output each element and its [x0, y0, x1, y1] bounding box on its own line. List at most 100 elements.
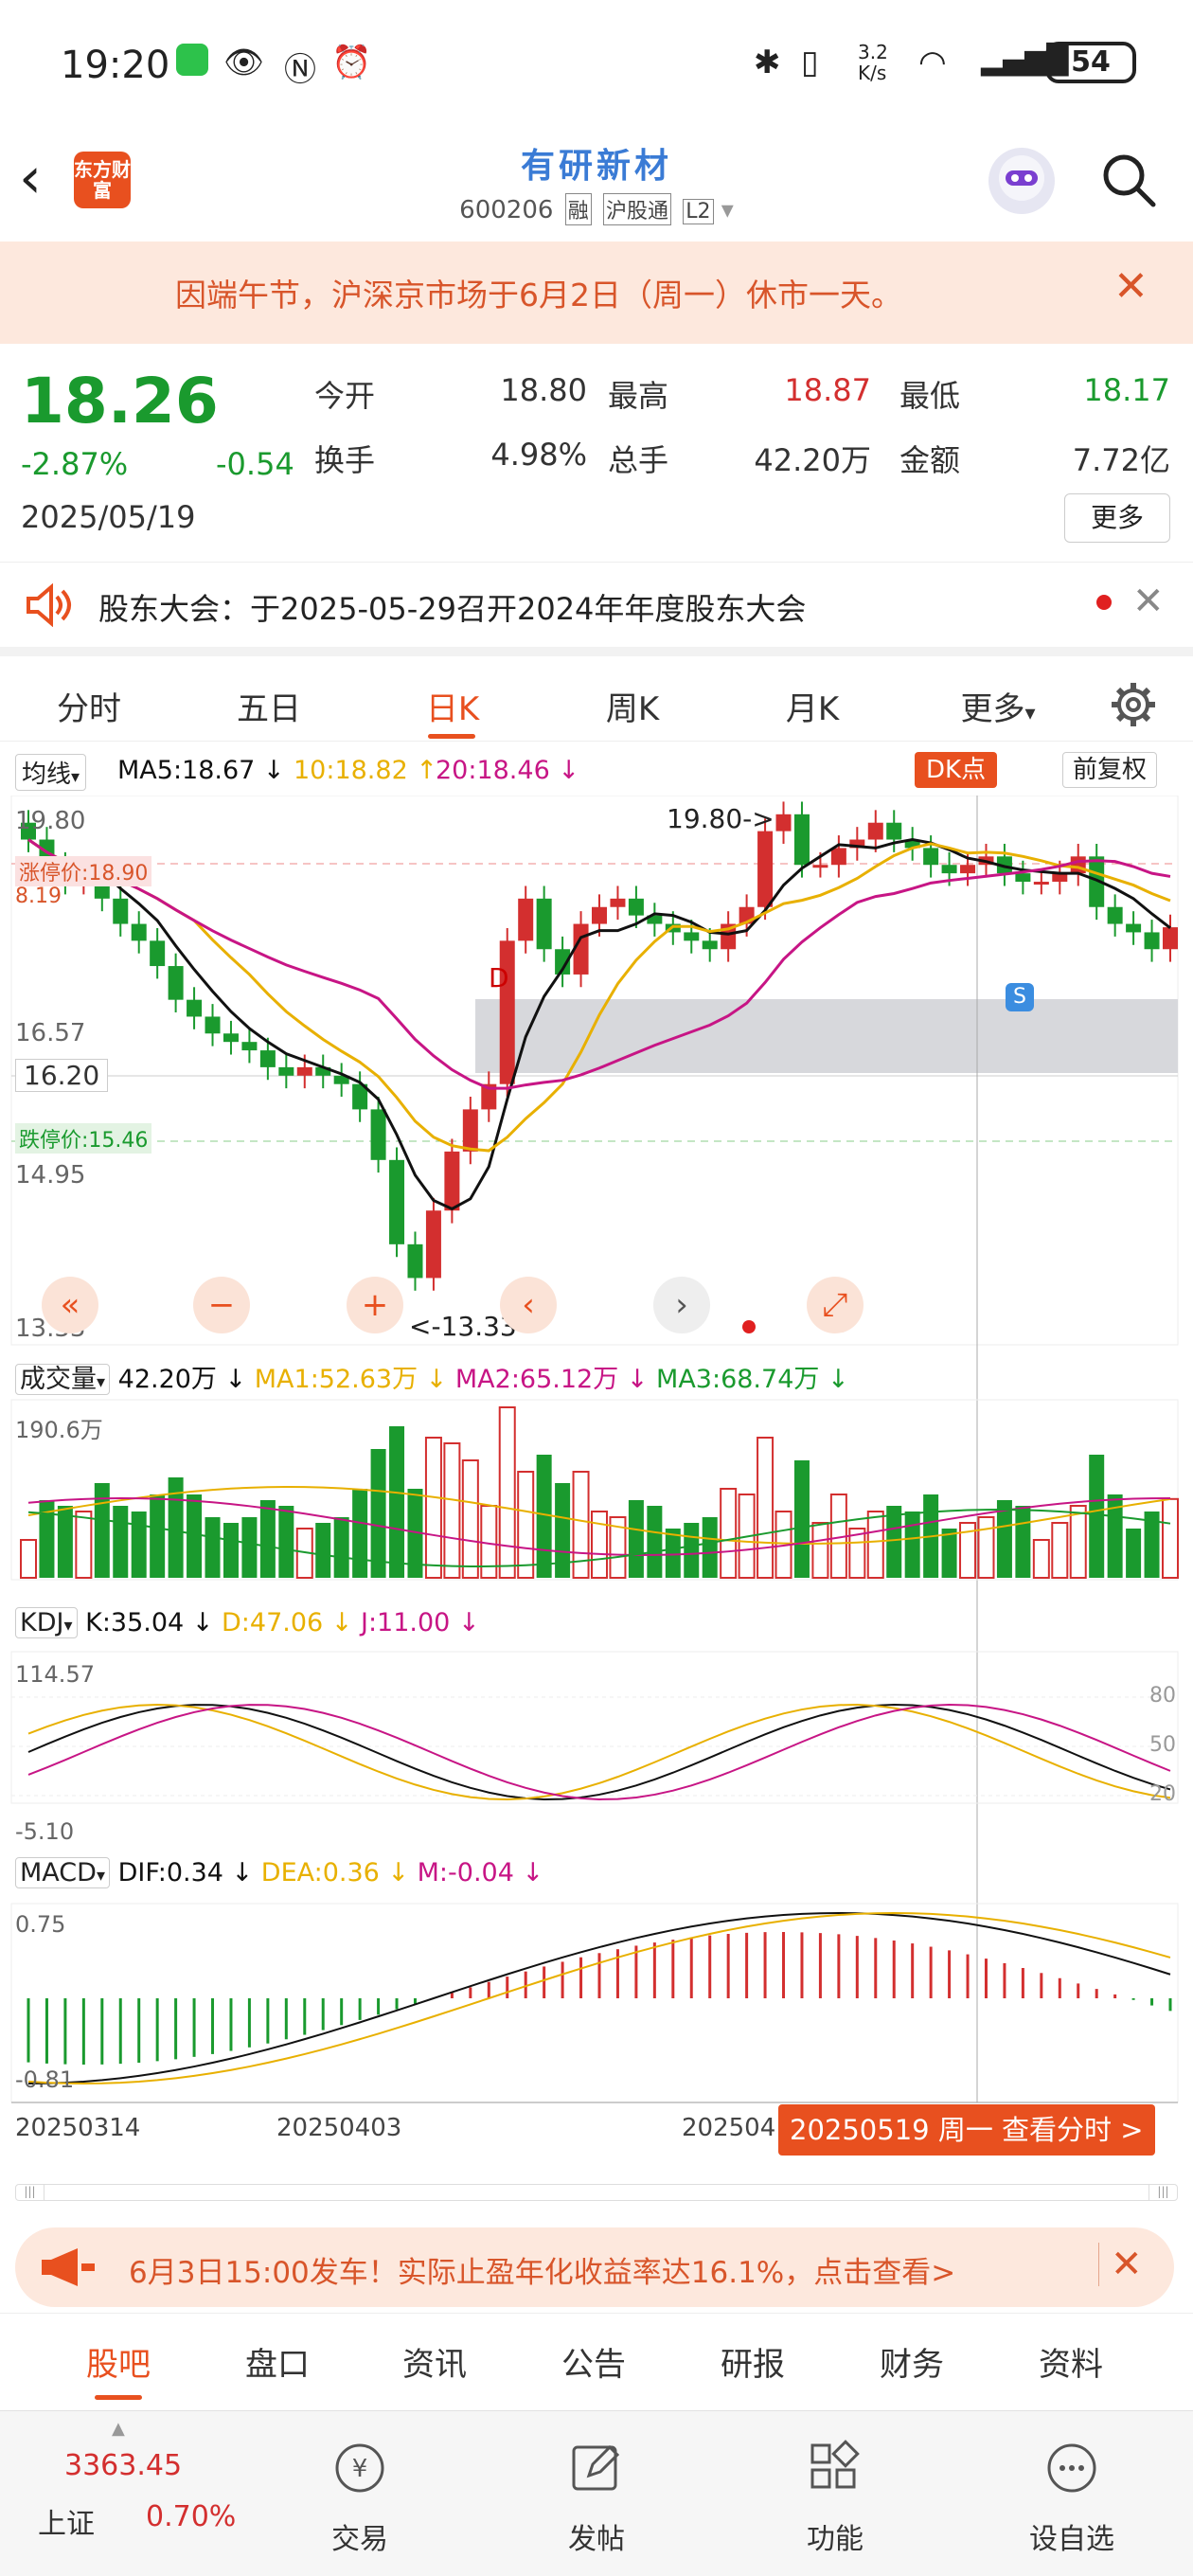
candle-body	[628, 898, 644, 916]
search-icon[interactable]	[1098, 150, 1159, 210]
move-right-icon[interactable]: ›	[653, 1277, 710, 1333]
volume-selector[interactable]: 成交量▾	[15, 1364, 111, 1395]
tab-more[interactable]: 更多▾	[941, 683, 1055, 729]
bluetooth-icon: ✱	[754, 44, 781, 81]
volume-bar	[370, 1449, 386, 1578]
scrollbar-left-handle[interactable]: |||	[16, 2185, 45, 2200]
tab-financials[interactable]: 财务	[860, 2338, 964, 2385]
post-label[interactable]: 发帖	[540, 2515, 653, 2557]
adjust-button[interactable]: 前复权	[1062, 752, 1158, 788]
volume-bar	[20, 1539, 37, 1579]
index-value[interactable]: 3363.45	[64, 2449, 182, 2482]
volume-bar	[223, 1523, 239, 1578]
tab-orderbook[interactable]: 盘口	[225, 2338, 329, 2385]
volume-axis-max: 190.6万	[15, 1417, 103, 1443]
tab-research[interactable]: 研报	[701, 2338, 805, 2385]
chevron-down-icon[interactable]: ▾	[721, 196, 734, 224]
tab-announcements[interactable]: 公告	[542, 2338, 646, 2385]
scroll-left-fast-icon[interactable]: «	[42, 1277, 98, 1333]
volume-bar	[811, 1522, 829, 1579]
post-icon[interactable]	[566, 2438, 627, 2502]
tab-forum[interactable]: 股吧	[66, 2338, 170, 2385]
active-tab-underline	[428, 734, 475, 739]
high-value: 18.87	[784, 372, 871, 408]
kline-chart-area[interactable]: 19.80 涨停价:18.90 8.19 16.57 16.20 跌停价:15.…	[0, 795, 1193, 2156]
meeting-text: 股东大会：于2025-05-29召开2024年年度股东大会	[98, 591, 807, 627]
candle-body	[425, 1210, 441, 1279]
view-intraday-button[interactable]: 20250519 周一 查看分时 >	[778, 2104, 1155, 2156]
candle-body	[223, 1033, 239, 1043]
more-dots-icon[interactable]	[1042, 2438, 1102, 2502]
volume-bar	[1162, 1497, 1179, 1579]
kdj-header: KDJ▾ K:35.04 ↓ D:47.06 ↓ J:11.00 ↓	[15, 1607, 480, 1638]
tag-level2: L2	[683, 199, 714, 224]
candle-body	[518, 898, 534, 941]
limit-up-short: 8.19	[15, 885, 62, 908]
svg-text:¥: ¥	[352, 2455, 368, 2483]
tab-five-day[interactable]: 五日	[212, 683, 326, 729]
promo-banner[interactable]: 6月3日15:00发车！实际止盈年化收益率达16.1%，点击查看> ✕	[15, 2227, 1174, 2307]
tab-daily-k[interactable]: 日K	[396, 683, 509, 729]
candle-body	[1144, 932, 1160, 950]
support-band	[475, 999, 1178, 1073]
trade-icon[interactable]: ¥	[329, 2438, 390, 2502]
ma5-value: MA5:18.67 ↓	[117, 756, 285, 785]
tab-profile[interactable]: 资料	[1019, 2338, 1123, 2385]
tab-intraday[interactable]: 分时	[32, 683, 146, 729]
watchlist-label[interactable]: 设自选	[1015, 2515, 1129, 2557]
macd-axis-min: -0.81	[15, 2066, 75, 2093]
candle-body	[867, 822, 883, 840]
chevron-up-icon[interactable]: ▲	[112, 2419, 125, 2439]
volume-bar	[113, 1506, 129, 1578]
candle-body	[462, 1109, 478, 1152]
candle-body	[1015, 873, 1031, 883]
move-left-icon[interactable]: ‹	[500, 1277, 557, 1333]
zoom-out-icon[interactable]: −	[193, 1277, 250, 1333]
candle-body	[830, 848, 846, 866]
close-icon[interactable]: ✕	[1098, 2243, 1143, 2286]
promo-text: 6月3日15:00发车！实际止盈年化收益率达16.1%，点击查看>	[129, 2256, 956, 2290]
scrollbar-right-handle[interactable]: |||	[1148, 2185, 1177, 2200]
volume-bar	[389, 1426, 405, 1578]
tab-monthly-k[interactable]: 月K	[756, 683, 869, 729]
fullscreen-icon[interactable]: ⤢	[807, 1277, 864, 1333]
tab-news[interactable]: 资讯	[383, 2338, 487, 2385]
volume-value: 42.20万	[754, 442, 871, 478]
volume-bar	[1015, 1506, 1031, 1578]
volume-bar	[904, 1512, 920, 1578]
ma-selector[interactable]: 均线▾	[15, 754, 87, 791]
kdj-lines	[27, 1703, 1171, 1800]
ma10-line	[27, 838, 1171, 1153]
status-time: 19:20	[61, 44, 170, 87]
trade-label[interactable]: 交易	[303, 2515, 417, 2557]
chart-scrollbar[interactable]: ||| |||	[15, 2184, 1178, 2201]
volume-bar	[443, 1442, 461, 1579]
volume-bar	[131, 1512, 147, 1578]
settings-gear-icon[interactable]	[1110, 681, 1157, 732]
volume-bar	[241, 1517, 258, 1578]
function-grid-icon[interactable]	[805, 2438, 865, 2502]
more-button[interactable]: 更多	[1064, 493, 1170, 543]
index-name[interactable]: 上证	[38, 2500, 95, 2542]
shareholder-meeting-bar[interactable]: 股东大会：于2025-05-29召开2024年年度股东大会 ✕	[0, 562, 1193, 656]
macd-selector[interactable]: MACD▾	[15, 1857, 110, 1888]
close-icon[interactable]: ✕	[1132, 580, 1165, 623]
zoom-in-icon[interactable]: +	[347, 1277, 403, 1333]
dk-point-button[interactable]: DK点	[915, 752, 998, 788]
assistant-avatar-icon[interactable]	[988, 148, 1055, 214]
function-label[interactable]: 功能	[778, 2515, 892, 2557]
active-tab-underline	[95, 2395, 142, 2400]
candle-body	[150, 940, 166, 967]
tab-weekly-k[interactable]: 周K	[576, 683, 689, 729]
period-tabs: 分时 五日 日K 周K 月K 更多▾	[0, 666, 1193, 742]
network-speed: 3.2 K/s	[858, 41, 888, 84]
candle-body	[131, 923, 147, 941]
kdj-axis-min: -5.10	[15, 1818, 75, 1845]
macd-panel-frame	[10, 1903, 1179, 2103]
kdj-selector[interactable]: KDJ▾	[15, 1607, 78, 1638]
close-icon[interactable]: ✕	[1113, 262, 1148, 311]
eye-icon: 👁	[223, 44, 265, 81]
index-percent[interactable]: 0.70%	[146, 2500, 236, 2533]
turnover-value: 4.98%	[490, 437, 587, 473]
amount-label: 金额	[899, 442, 961, 478]
